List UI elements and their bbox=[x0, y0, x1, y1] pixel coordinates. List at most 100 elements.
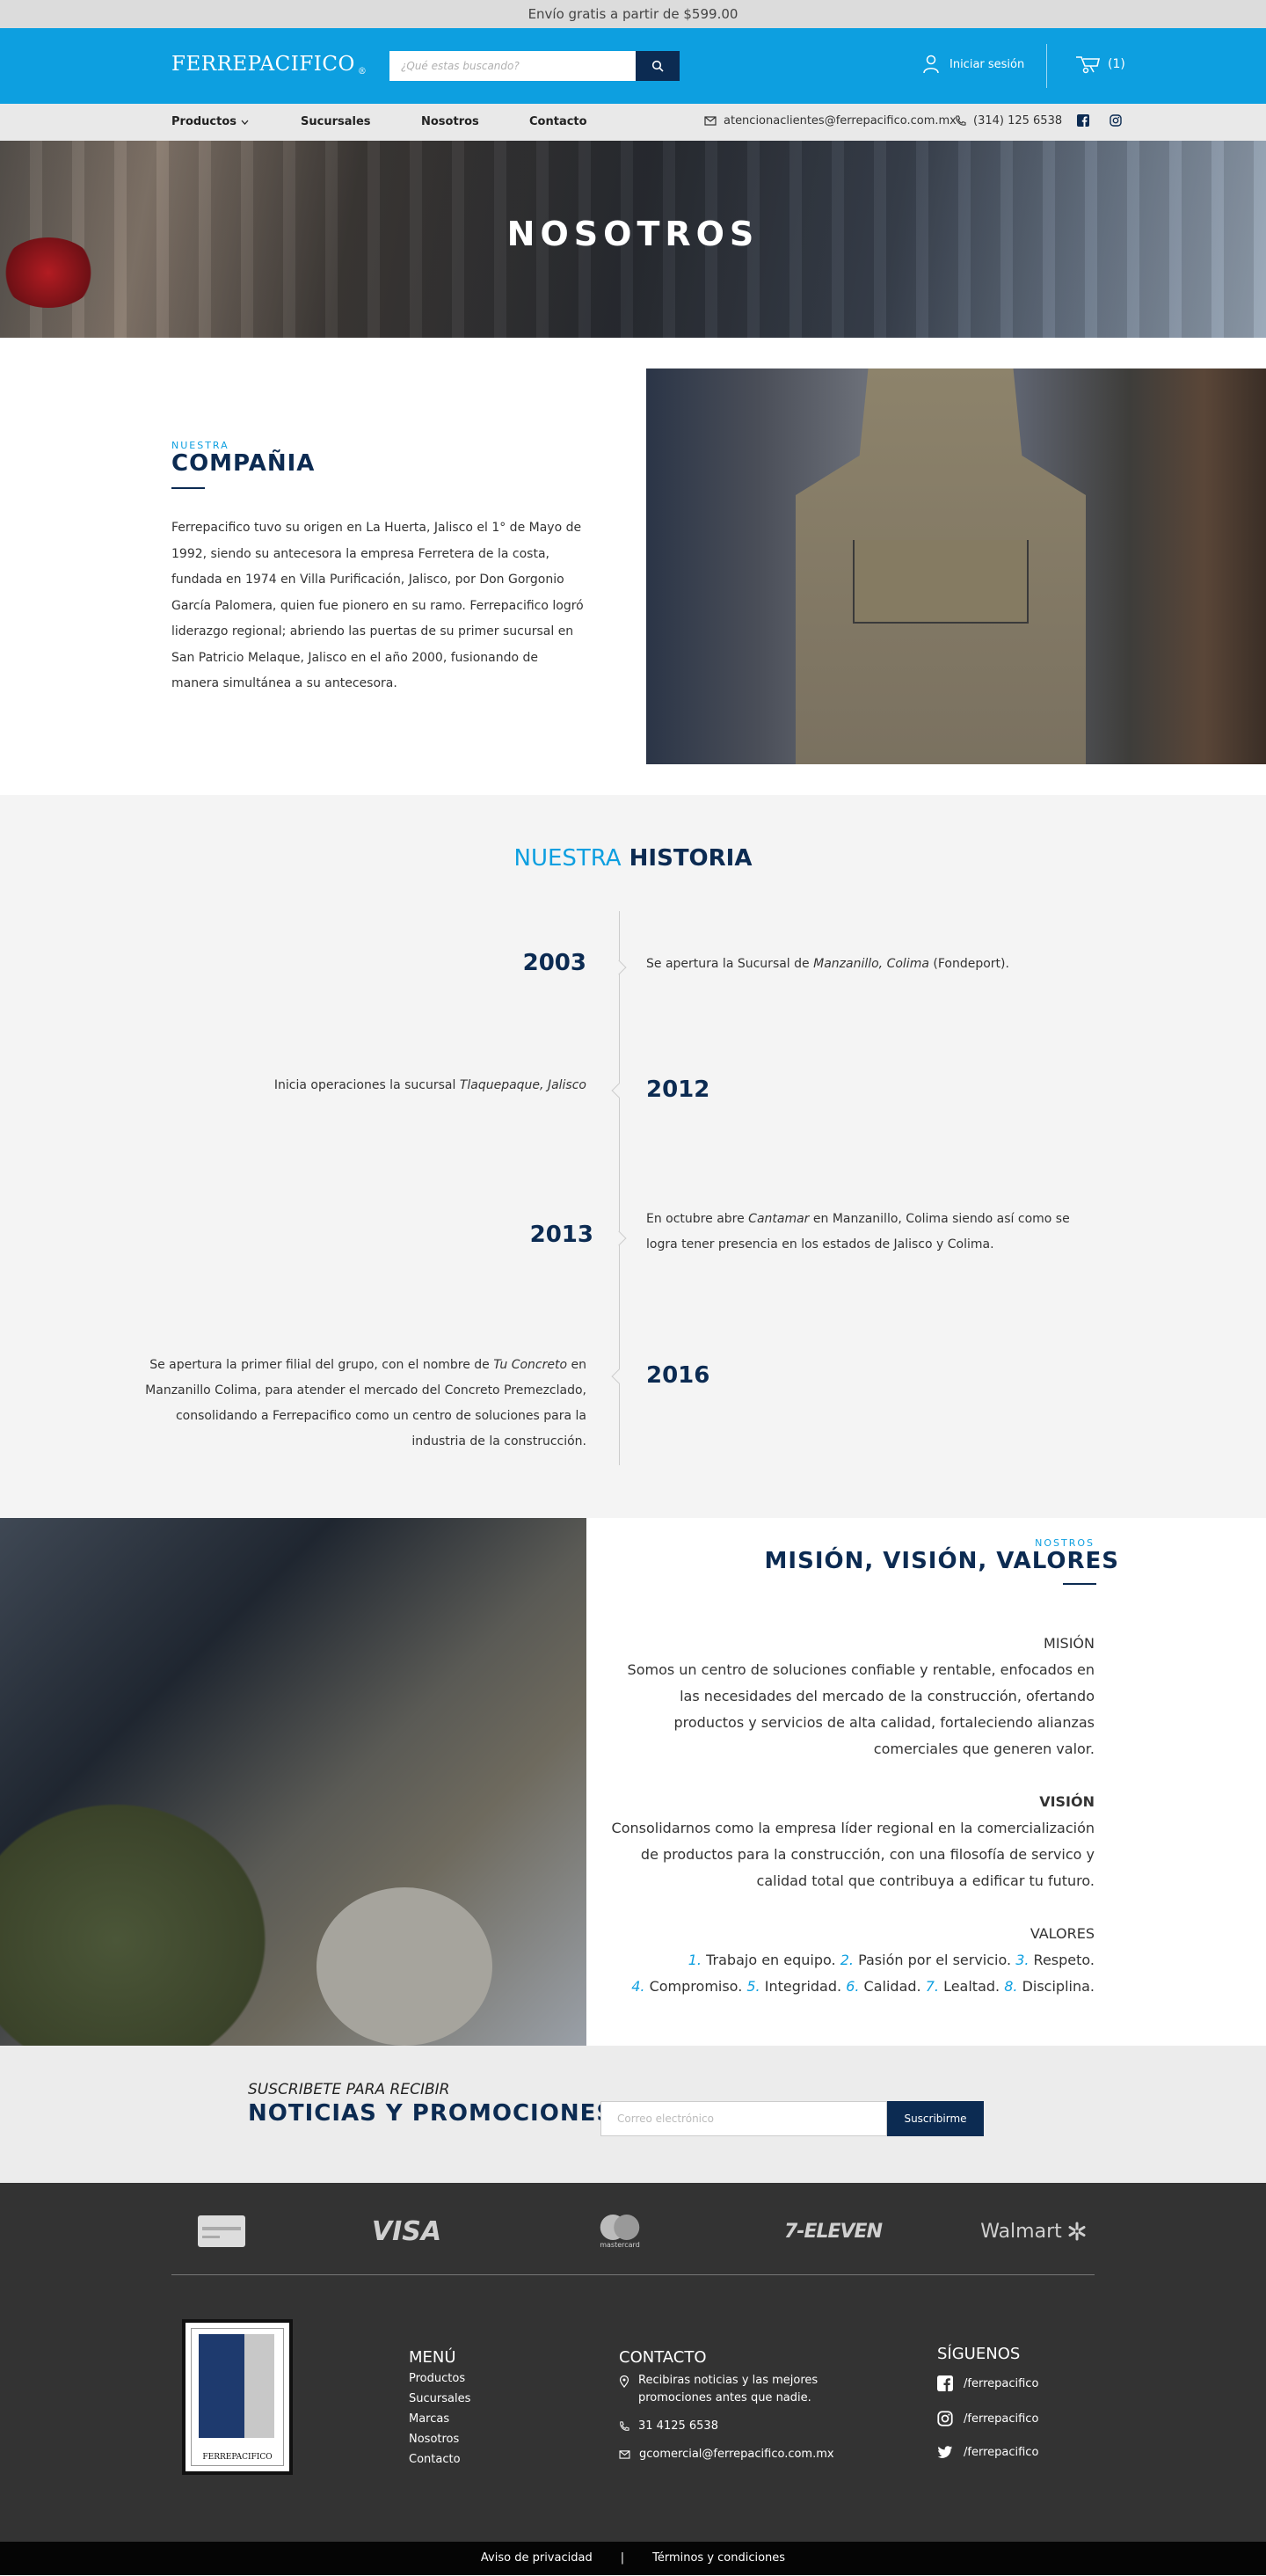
facebook-link[interactable] bbox=[1077, 114, 1089, 127]
event-text-em: Manzanillo, Colima bbox=[813, 957, 929, 971]
timeline-year: 2016 bbox=[646, 1362, 710, 1389]
nav-sucursales[interactable]: Sucursales bbox=[301, 115, 371, 128]
timeline-year: 2012 bbox=[646, 1076, 710, 1103]
instagram-handle: /ferrepacifico bbox=[964, 2412, 1039, 2426]
valores-label: VALORES bbox=[1030, 1925, 1095, 1942]
valores-block: VALORES 1. Trabajo en equipo. 2. Pasión … bbox=[607, 1921, 1095, 2000]
footer-facebook-link[interactable]: /ferrepacifico bbox=[937, 2375, 1038, 2391]
worker-apron-photo bbox=[646, 369, 1266, 764]
payment-walmart: Walmart bbox=[979, 2214, 1088, 2249]
nav-email-link[interactable]: atencionaclientes@ferrepacifico.com.mx bbox=[704, 114, 957, 128]
vision-label: VISIÓN bbox=[1039, 1793, 1095, 1810]
valor-item: Disciplina. bbox=[1022, 1978, 1095, 1995]
timeline-event-text: En octubre abre Cantamar en Manzanillo, … bbox=[646, 1207, 1103, 1258]
mision-vision-valores-section: NOSTROS MISIÓN, VISIÓN, VALORES MISIÓN S… bbox=[0, 1518, 1266, 2046]
facebook-handle: /ferrepacifico bbox=[964, 2376, 1039, 2390]
search-button[interactable] bbox=[636, 51, 680, 81]
contact-email-row[interactable]: gcomercial@ferrepacifico.com.mx bbox=[619, 2446, 848, 2463]
cart-count: (1) bbox=[1108, 57, 1125, 71]
valor-item: Lealtad. bbox=[943, 1978, 1000, 1995]
hero-banner: NOSOTROS bbox=[0, 141, 1266, 338]
footer-menu-title: MENÚ bbox=[409, 2348, 456, 2367]
footer-link-sucursales[interactable]: Sucursales bbox=[409, 2389, 470, 2409]
history-section: NUESTRA HISTORIA 2003 Se apertura la Suc… bbox=[0, 795, 1266, 1518]
company-title: COMPAÑIA bbox=[171, 450, 316, 477]
footer-contact-title: CONTACTO bbox=[619, 2348, 707, 2367]
contact-note-row: Recibiras noticias y las mejores promoci… bbox=[619, 2372, 848, 2407]
main-nav: Productos Sucursales Nosotros Contacto a… bbox=[0, 104, 1266, 141]
twitter-handle: /ferrepacifico bbox=[964, 2446, 1039, 2459]
nav-phone: (314) 125 6538 bbox=[973, 114, 1063, 128]
search-bar bbox=[389, 51, 680, 81]
newsletter-line1: SUSCRIBETE PARA RECIBIR bbox=[248, 2081, 450, 2098]
footer-logo[interactable]: FERREPACIFICO bbox=[182, 2319, 293, 2475]
user-icon bbox=[923, 55, 939, 74]
valor-item: Trabajo en equipo. bbox=[706, 1952, 836, 1968]
nav-productos-label: Productos bbox=[171, 115, 237, 128]
header-divider bbox=[1046, 44, 1047, 88]
nav-contacto[interactable]: Contacto bbox=[529, 115, 587, 128]
timeline-event-text: Inicia operaciones la sucursal Tlaquepaq… bbox=[147, 1073, 586, 1098]
event-text-pre: Se apertura la Sucursal de bbox=[646, 957, 814, 971]
site-logo[interactable]: FERREPACIFICO ® bbox=[171, 53, 367, 77]
footer-twitter-link[interactable]: /ferrepacifico bbox=[937, 2446, 1038, 2459]
cart-button[interactable]: (1) bbox=[1074, 55, 1125, 74]
terms-link[interactable]: Términos y condiciones bbox=[652, 2551, 785, 2565]
footer-logo-text: FERREPACIFICO bbox=[202, 2453, 273, 2462]
nav-productos[interactable]: Productos bbox=[171, 115, 249, 128]
footer-link-contacto[interactable]: Contacto bbox=[409, 2449, 470, 2470]
vision-text: Consolidarnos como la empresa líder regi… bbox=[611, 1820, 1095, 1889]
footer-contact: CONTACTO Recibiras noticias y las mejore… bbox=[619, 2348, 848, 2463]
facebook-icon bbox=[1077, 114, 1089, 127]
search-input[interactable] bbox=[389, 51, 636, 81]
logo-text: FERREPACIFICO bbox=[171, 53, 355, 76]
privacy-link[interactable]: Aviso de privacidad bbox=[481, 2551, 593, 2565]
glove-shape bbox=[316, 1887, 492, 2046]
timeline-marker bbox=[611, 1230, 627, 1246]
walmart-label: Walmart bbox=[980, 2220, 1062, 2243]
logo-mark: ® bbox=[357, 67, 367, 77]
nav-email: atencionaclientes@ferrepacifico.com.mx bbox=[724, 114, 957, 128]
footer-instagram-link[interactable]: /ferrepacifico bbox=[937, 2411, 1038, 2426]
mvv-title-underline bbox=[1063, 1583, 1096, 1585]
instagram-link[interactable] bbox=[1110, 114, 1122, 127]
mail-icon bbox=[704, 116, 717, 126]
mastercard-icon bbox=[600, 2214, 640, 2241]
instagram-icon bbox=[1110, 114, 1122, 127]
legal-bar: Aviso de privacidad | Términos y condicion… bbox=[0, 2542, 1266, 2575]
tools-photo bbox=[0, 1518, 586, 2046]
valor-item: Pasión por el servicio. bbox=[858, 1952, 1012, 1968]
timeline-marker bbox=[611, 1083, 627, 1098]
nav-nosotros[interactable]: Nosotros bbox=[421, 115, 479, 128]
valor-item: Calidad. bbox=[863, 1978, 921, 1995]
timeline-year: 2003 bbox=[522, 950, 586, 976]
child-sweater-shape bbox=[0, 1782, 290, 2046]
login-label: Iniciar sesión bbox=[950, 57, 1025, 71]
company-title-underline bbox=[171, 487, 205, 489]
footer-link-productos[interactable]: Productos bbox=[409, 2368, 470, 2389]
contact-phone-row[interactable]: 31 4125 6538 bbox=[619, 2418, 848, 2435]
login-link[interactable]: Iniciar sesión bbox=[923, 55, 1024, 74]
subscribe-button[interactable]: Suscribirme bbox=[887, 2101, 984, 2136]
free-shipping-text: Envío gratis a partir de $599.00 bbox=[528, 6, 738, 22]
timeline-marker bbox=[611, 1368, 627, 1384]
event-text-em: Tu Concreto bbox=[493, 1358, 568, 1372]
footer-link-nosotros[interactable]: Nosotros bbox=[409, 2429, 470, 2449]
facebook-icon bbox=[937, 2375, 953, 2391]
walmart-spark-icon bbox=[1068, 2222, 1086, 2241]
footer-link-marcas[interactable]: Marcas bbox=[409, 2409, 470, 2429]
phone-icon bbox=[956, 115, 966, 126]
mail-icon bbox=[619, 2450, 630, 2459]
free-shipping-banner: Envío gratis a partir de $599.00 bbox=[0, 0, 1266, 28]
newsletter-email-input[interactable] bbox=[600, 2101, 887, 2136]
site-header: FERREPACIFICO® Iniciar sesión (1) bbox=[0, 28, 1266, 104]
payment-mastercard: mastercard bbox=[589, 2214, 651, 2249]
legal-separator: | bbox=[620, 2551, 625, 2565]
phone-icon bbox=[620, 2421, 629, 2431]
company-section: NUESTRA COMPAÑIA Ferrepacifico tuvo su o… bbox=[0, 338, 1266, 795]
company-text: Ferrepacifico tuvo su origen en La Huert… bbox=[171, 521, 584, 690]
nav-phone-link[interactable]: (314) 125 6538 bbox=[955, 114, 1062, 128]
timeline-event-text: Se apertura la Sucursal de Manzanillo, C… bbox=[646, 952, 1103, 977]
payment-visa: VISA bbox=[371, 2215, 442, 2247]
chevron-down-icon bbox=[241, 120, 249, 125]
